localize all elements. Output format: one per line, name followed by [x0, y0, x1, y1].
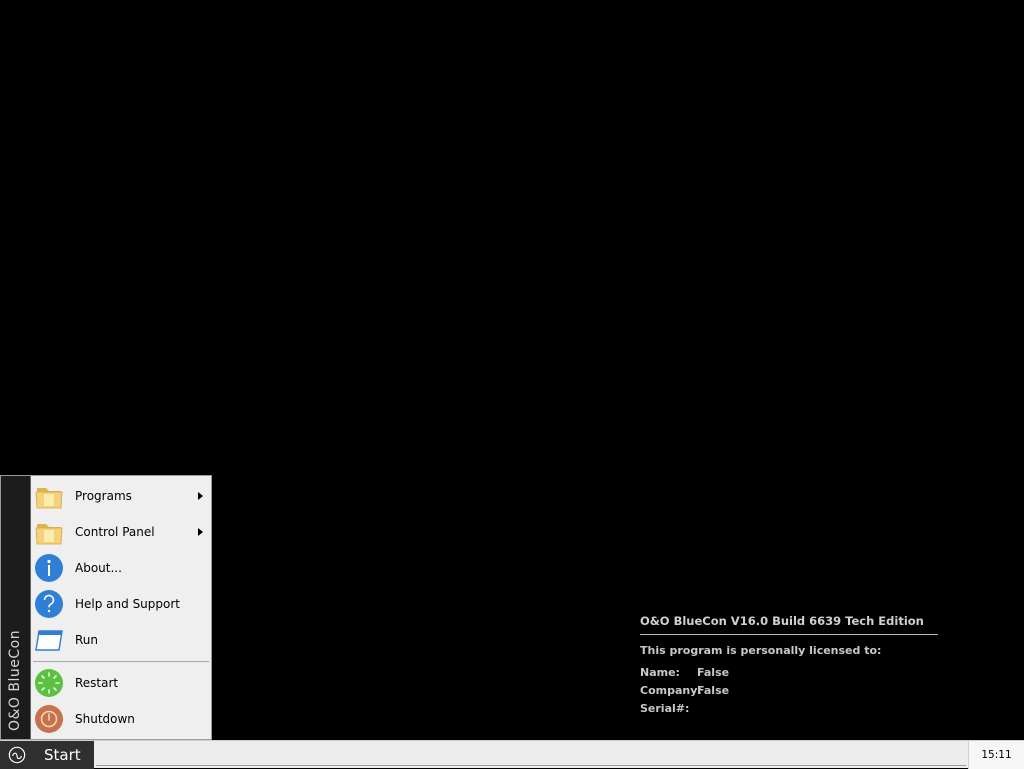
name-value: False	[697, 665, 730, 679]
company-value: False	[697, 683, 730, 697]
taskbar-clock[interactable]: 15:11	[968, 741, 1024, 769]
menu-item-label: Control Panel	[75, 525, 155, 539]
license-name-row: Name: False	[640, 663, 938, 681]
folder-icon	[34, 481, 64, 511]
help-icon	[34, 589, 64, 619]
menu-item-label: Run	[75, 633, 99, 647]
menu-item-programs[interactable]: Programs	[31, 478, 211, 514]
menu-item-label: Restart	[75, 676, 119, 690]
license-info: O&O BlueCon V16.0 Build 6639 Tech Editio…	[640, 614, 938, 717]
start-menu: O&O BlueCon Programs Control Panel About…	[0, 475, 212, 740]
menu-item-label: About...	[75, 561, 122, 575]
info-icon	[34, 553, 64, 583]
start-label: Start	[44, 746, 81, 764]
submenu-arrow-icon	[198, 492, 203, 500]
menu-separator	[33, 661, 209, 662]
menu-item-label: Programs	[75, 489, 132, 503]
menu-item-label: Help and Support	[75, 597, 180, 611]
taskbar-task-area[interactable]	[96, 744, 966, 766]
restart-icon	[34, 668, 64, 698]
menu-item-help-and-support[interactable]: Help and Support	[31, 586, 211, 622]
menu-item-control-panel[interactable]: Control Panel	[31, 514, 211, 550]
menu-item-about[interactable]: About...	[31, 550, 211, 586]
license-serial-row: Serial#:	[640, 699, 938, 717]
desktop[interactable]: O&O BlueCon V16.0 Build 6639 Tech Editio…	[0, 0, 1024, 740]
taskbar: Start 15:11	[0, 740, 1024, 769]
power-icon	[34, 704, 64, 734]
licensed-to-text: This program is personally licensed to:	[640, 644, 882, 657]
folder-icon	[34, 517, 64, 547]
start-menu-banner: O&O BlueCon	[1, 476, 31, 739]
menu-item-shutdown[interactable]: Shutdown	[31, 701, 211, 737]
name-label: Name:	[640, 665, 680, 679]
run-window-icon	[34, 625, 64, 655]
serial-label: Serial#:	[640, 701, 690, 715]
menu-item-run[interactable]: Run	[31, 622, 211, 658]
start-menu-brand: O&O BlueCon	[6, 629, 23, 731]
product-title: O&O BlueCon V16.0 Build 6639 Tech Editio…	[640, 614, 938, 635]
bluecon-logo-icon	[8, 746, 26, 764]
start-button[interactable]: Start	[0, 741, 94, 769]
menu-item-label: Shutdown	[75, 712, 135, 726]
menu-item-restart[interactable]: Restart	[31, 665, 211, 701]
start-menu-items: Programs Control Panel About... Help and…	[31, 476, 211, 739]
submenu-arrow-icon	[198, 528, 203, 536]
license-company-row: Company: False	[640, 681, 938, 699]
company-label: Company:	[640, 683, 702, 697]
